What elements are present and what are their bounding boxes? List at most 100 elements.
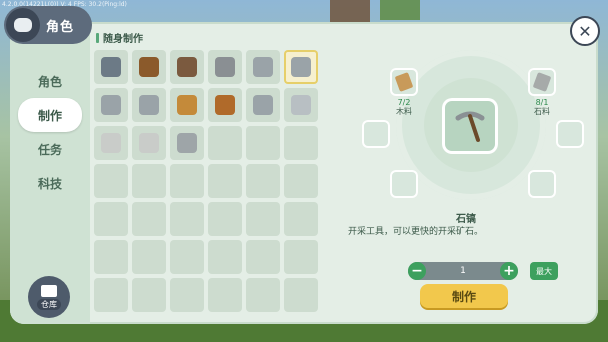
stone-tablet-icon: [291, 95, 311, 115]
empty-recipe-slot[interactable]: [284, 202, 318, 236]
sidebar-title: 角色: [46, 19, 75, 35]
avatar: [6, 8, 40, 42]
empty-recipe-slot[interactable]: [132, 202, 166, 236]
close-button[interactable]: ✕: [570, 16, 600, 46]
recipe-slot[interactable]: [132, 50, 166, 84]
grid-title: 随身制作: [96, 30, 328, 45]
empty-recipe-slot[interactable]: [246, 202, 280, 236]
empty-recipe-slot[interactable]: [284, 278, 318, 312]
sidebar-item-label: 角色: [37, 74, 62, 89]
plate-icon: [139, 133, 159, 153]
recipe-slot[interactable]: [132, 126, 166, 160]
recipe-slot[interactable]: [94, 50, 128, 84]
minus-icon: −: [411, 263, 423, 279]
sidebar: 角色 角色 制作 任务 科技 仓库: [4, 6, 92, 324]
recipe-slot[interactable]: [170, 50, 204, 84]
empty-recipe-slot[interactable]: [132, 278, 166, 312]
close-icon: ✕: [578, 21, 592, 41]
stone-spear-icon: [177, 95, 197, 115]
material-slot-2[interactable]: [528, 68, 556, 96]
empty-recipe-slot[interactable]: [284, 126, 318, 160]
stone-axe-icon: [253, 57, 273, 77]
bone-icon: [101, 133, 121, 153]
empty-recipe-slot[interactable]: [94, 240, 128, 274]
plus-icon: +: [503, 263, 515, 279]
recipe-slot[interactable]: [132, 88, 166, 122]
recipe-slot[interactable]: [246, 88, 280, 122]
empty-recipe-slot[interactable]: [208, 278, 242, 312]
recipe-slot[interactable]: [94, 126, 128, 160]
stone-shovel-icon: [101, 95, 121, 115]
material-slot-4[interactable]: [556, 120, 584, 148]
empty-recipe-slot[interactable]: [246, 126, 280, 160]
empty-recipe-slot[interactable]: [132, 240, 166, 274]
empty-recipe-slot[interactable]: [94, 164, 128, 198]
recipe-slot[interactable]: [208, 88, 242, 122]
decrease-button[interactable]: −: [408, 262, 426, 280]
material-name: 木料: [396, 107, 412, 116]
material-label-1: 7/2 木料: [390, 98, 418, 116]
sidebar-item-label: 制作: [37, 108, 62, 123]
stone-rake-icon: [139, 95, 159, 115]
increase-button[interactable]: +: [499, 262, 518, 280]
wooden-shield-icon: [215, 95, 235, 115]
material-label-2: 8/1 石料: [528, 98, 556, 116]
craft-button[interactable]: 制作: [420, 284, 508, 308]
stone-block-icon: [215, 57, 235, 77]
stone-pickaxe-icon: [291, 57, 311, 77]
max-button[interactable]: 最大: [530, 262, 558, 280]
ring-inner: [424, 78, 518, 172]
empty-recipe-slot[interactable]: [170, 240, 204, 274]
torch-icon: [139, 57, 159, 77]
empty-recipe-slot[interactable]: [246, 278, 280, 312]
empty-recipe-slot[interactable]: [170, 164, 204, 198]
dirt-block-icon: [177, 57, 197, 77]
sidebar-nav: 角色 制作 任务 科技: [10, 64, 90, 200]
item-name: 石镐: [456, 214, 476, 225]
sidebar-item-label: 科技: [37, 176, 62, 191]
title-bar: [96, 32, 99, 43]
crafting-panel: 角色 角色 制作 任务 科技 仓库 随身制作 ✕ 7/2 木料 8/1 石料 石…: [4, 6, 600, 324]
workbench-icon: [101, 57, 121, 77]
role-badge[interactable]: 角色: [4, 6, 92, 44]
recipe-slot[interactable]: [208, 50, 242, 84]
empty-recipe-slot[interactable]: [284, 164, 318, 198]
material-slot-3[interactable]: [362, 120, 390, 148]
empty-recipe-slot[interactable]: [94, 278, 128, 312]
empty-recipe-slot[interactable]: [246, 164, 280, 198]
result-slot[interactable]: [442, 98, 498, 154]
item-description: 开采工具，可以更快的开采矿石。: [348, 227, 484, 237]
material-slot-6[interactable]: [528, 170, 556, 198]
empty-recipe-slot[interactable]: [208, 240, 242, 274]
storage-button[interactable]: 仓库: [28, 276, 70, 318]
recipe-slot[interactable]: [246, 50, 280, 84]
material-qty: 7/2: [397, 98, 411, 107]
material-name: 石料: [534, 107, 550, 116]
empty-recipe-slot[interactable]: [208, 126, 242, 160]
sidebar-item-tech[interactable]: 科技: [10, 166, 90, 200]
recipe-slot[interactable]: [170, 126, 204, 160]
box-icon: [41, 284, 57, 297]
recipe-slot[interactable]: [94, 88, 128, 122]
empty-recipe-slot[interactable]: [284, 240, 318, 274]
quantity-stepper: − 1 +: [408, 262, 518, 280]
empty-recipe-slot[interactable]: [246, 240, 280, 274]
recipe-slot[interactable]: [284, 50, 318, 84]
empty-recipe-slot[interactable]: [208, 202, 242, 236]
empty-recipe-slot[interactable]: [208, 164, 242, 198]
storage-label: 仓库: [37, 298, 61, 310]
recipe-detail: ✕ 7/2 木料 8/1 石料 石镐 开采工具，可以更快的开采矿石。 − 1 +…: [334, 16, 600, 324]
material-slot-5[interactable]: [390, 170, 418, 198]
sidebar-item-tasks[interactable]: 任务: [10, 132, 90, 166]
empty-recipe-slot[interactable]: [94, 202, 128, 236]
empty-recipe-slot[interactable]: [132, 164, 166, 198]
crafting-grid-section: 随身制作: [94, 30, 328, 320]
stone-sword-icon: [253, 95, 273, 115]
material-slot-1[interactable]: [390, 68, 418, 96]
recipe-slot[interactable]: [284, 88, 318, 122]
empty-recipe-slot[interactable]: [170, 202, 204, 236]
sidebar-item-character[interactable]: 角色: [10, 64, 90, 98]
empty-recipe-slot[interactable]: [170, 278, 204, 312]
sidebar-item-crafting[interactable]: 制作: [18, 98, 82, 132]
recipe-slot[interactable]: [170, 88, 204, 122]
